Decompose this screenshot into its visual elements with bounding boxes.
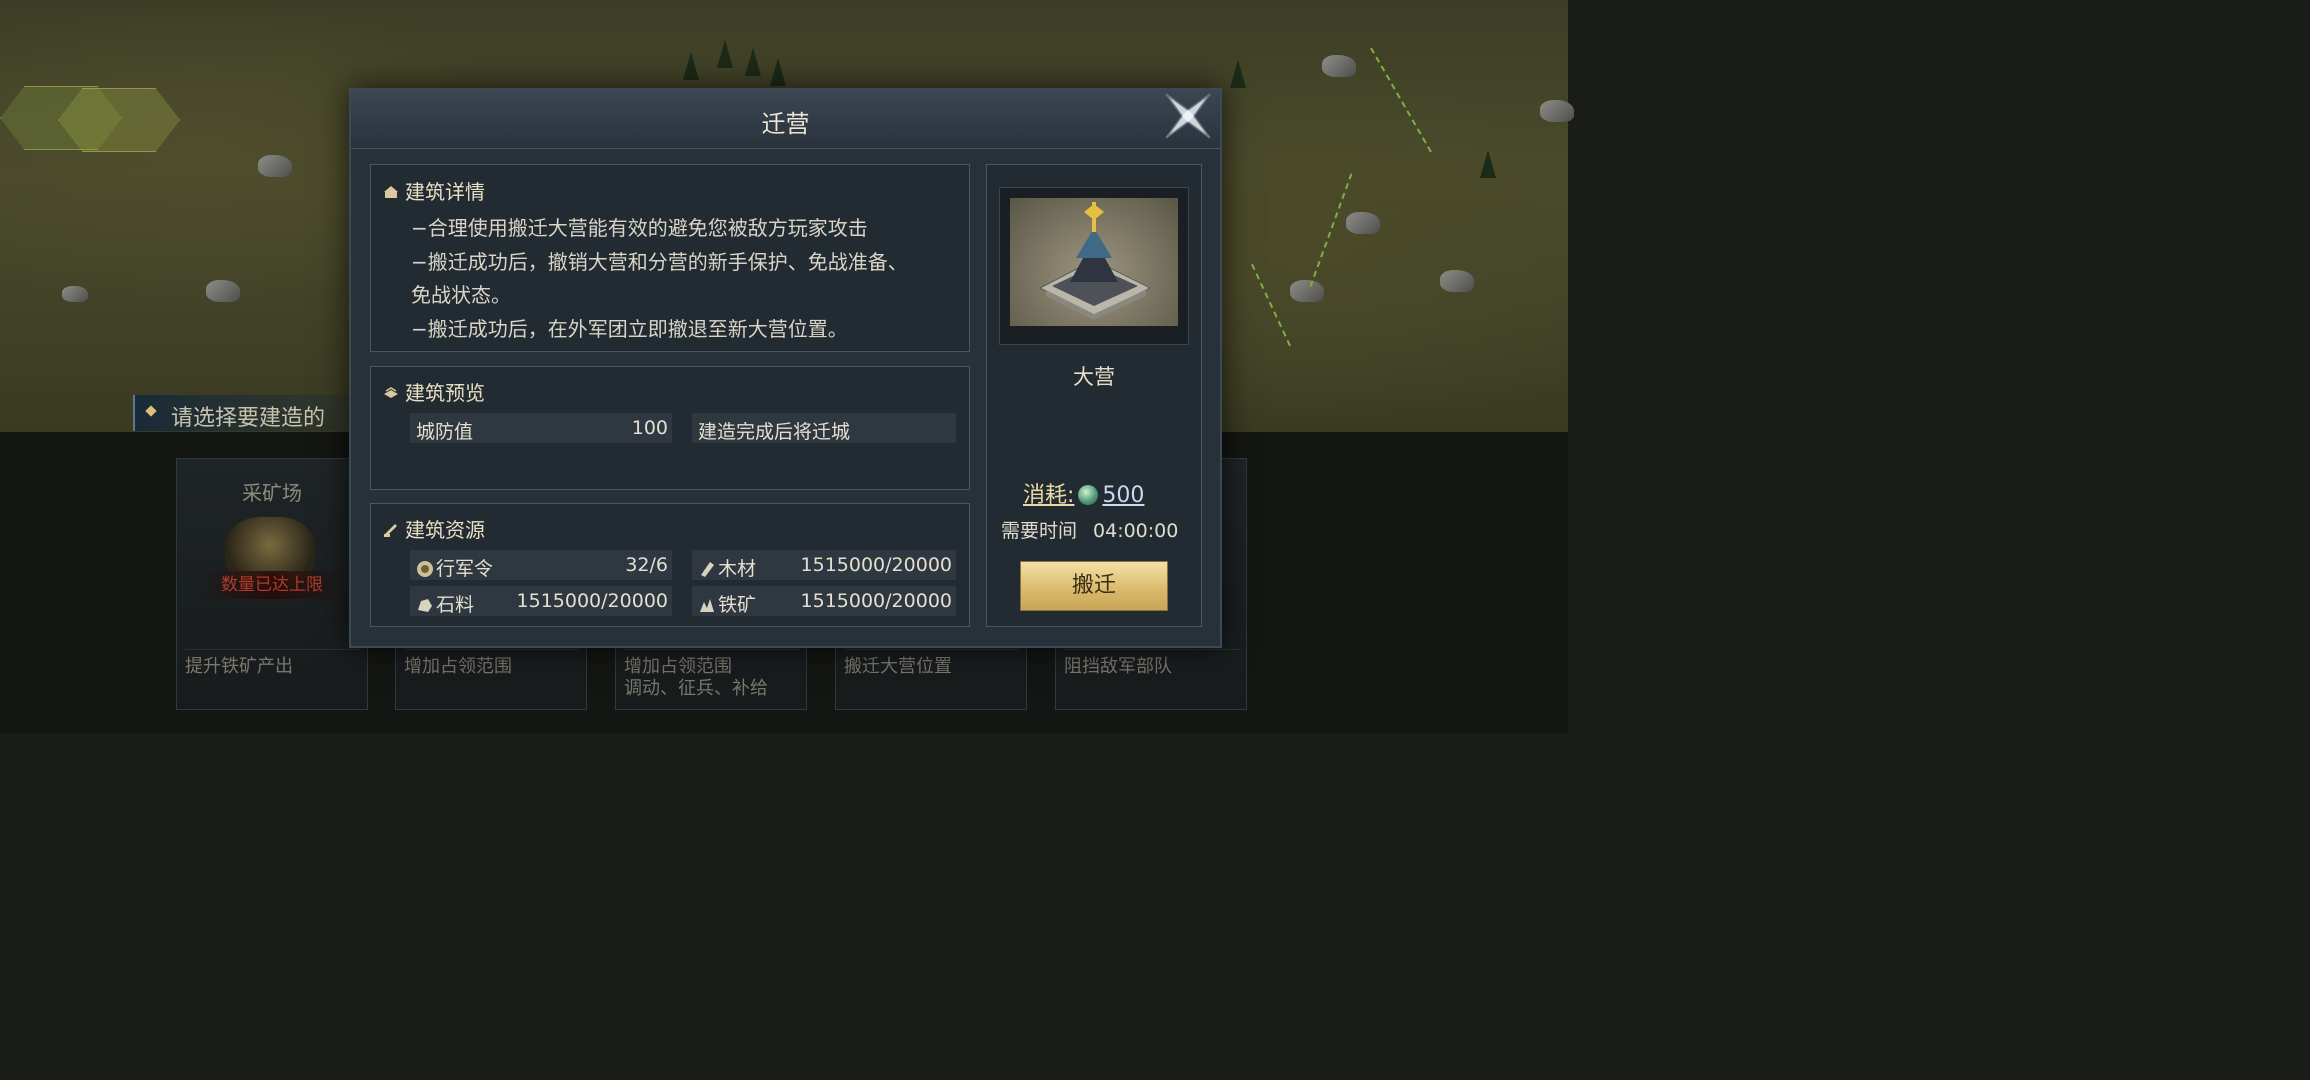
resource-value: 1515000/20000 [800, 554, 952, 576]
territory-border [1309, 173, 1353, 287]
relocate-button[interactable]: 搬迁 [1020, 561, 1168, 611]
building-card-desc: 搬迁大营位置 [844, 649, 1020, 678]
building-preview-panel: 建筑预览 城防值 100 建造完成后将迁城 [370, 366, 970, 490]
main-camp-image [1010, 198, 1178, 326]
building-card-mine[interactable]: 采矿场 数量已达上限 提升铁矿产出 [176, 458, 368, 710]
building-resources-panel: 建筑资源 行军令 32/6 木材 1515000/20000 石料 151500… [370, 503, 970, 627]
building-summary-panel: 大营 消耗: 500 需要时间 04:00:00 搬迁 [986, 164, 1202, 627]
time-label: 需要时间 [1001, 520, 1078, 542]
building-name: 大营 [1073, 365, 1115, 389]
map-rock [1346, 212, 1380, 234]
map-tree [1480, 150, 1496, 178]
map-tree [717, 40, 733, 68]
resource-label: 行军令 [436, 558, 494, 580]
building-resources-title: 建筑资源 [383, 514, 485, 543]
cost-label: 消耗: [1023, 483, 1075, 508]
limit-reached-label: 数量已达上限 [197, 571, 347, 599]
building-card-desc: 增加占领范围 调动、征兵、补给 [624, 649, 800, 700]
map-rock [1540, 100, 1574, 122]
building-preview-title: 建筑预览 [383, 377, 485, 406]
preview-icon [384, 387, 398, 398]
resource-value: 1515000/20000 [516, 590, 668, 612]
defense-value: 100 [631, 417, 668, 439]
detail-line: −搬迁成功后，在外军团立即撤退至新大营位置。 [411, 317, 848, 341]
cost-amount: 500 [1102, 483, 1145, 508]
map-rock [1322, 55, 1356, 77]
resource-row-march-token: 行军令 32/6 [410, 550, 672, 580]
iron-icon [700, 599, 714, 612]
time-value: 04:00:00 [1093, 520, 1179, 542]
resources-icon [384, 524, 397, 537]
map-tile[interactable] [58, 88, 180, 152]
detail-line: −合理使用搬迁大营能有效的避免您被敌方玩家攻击 [411, 216, 868, 240]
build-hint-bar: 请选择要建造的 [133, 395, 365, 431]
resource-label: 石料 [436, 594, 475, 616]
building-icon [384, 186, 398, 198]
resource-value: 32/6 [625, 554, 668, 576]
relocate-camp-dialog: 迁营 建筑详情 −合理使用搬迁大营能有效的避免您被敌方玩家攻击 −搬迁成功后，撤… [349, 88, 1222, 648]
building-card-desc: 提升铁矿产出 [185, 649, 361, 678]
build-hint-text: 请选择要建造的 [171, 406, 326, 431]
map-rock [1290, 280, 1324, 302]
close-icon [1165, 93, 1211, 139]
map-tree [1230, 60, 1246, 88]
map-rock [258, 155, 292, 177]
building-card-desc: 增加占领范围 [404, 649, 580, 678]
resource-row-stone: 石料 1515000/20000 [410, 586, 672, 616]
building-card-desc: 阻挡敌军部队 [1064, 649, 1240, 678]
map-tree [683, 52, 699, 80]
dialog-header: 迁营 [351, 90, 1220, 149]
resource-row-iron: 铁矿 1515000/20000 [692, 586, 956, 616]
map-tree [745, 48, 761, 76]
preview-note: 建造完成后将迁城 [698, 421, 851, 443]
building-details-panel: 建筑详情 −合理使用搬迁大营能有效的避免您被敌方玩家攻击 −搬迁成功后，撤销大营… [370, 164, 970, 352]
defense-label: 城防值 [416, 421, 474, 443]
territory-border [1370, 47, 1432, 153]
detail-line: 免战状态。 [411, 283, 511, 307]
building-details-title: 建筑详情 [383, 176, 485, 205]
jade-icon [1078, 485, 1099, 505]
close-button[interactable] [1162, 90, 1214, 142]
stone-icon [418, 599, 432, 612]
detail-line: −搬迁成功后，撤销大营和分营的新手保护、免战准备、 [411, 250, 908, 274]
map-rock [1440, 270, 1474, 292]
wood-icon [701, 562, 714, 577]
preview-note-row: 建造完成后将迁城 [692, 413, 956, 443]
time-row: 需要时间 04:00:00 [1001, 516, 1178, 543]
resource-value: 1515000/20000 [800, 590, 952, 612]
dialog-title: 迁营 [761, 110, 810, 138]
cost-row: 消耗: 500 [1023, 477, 1144, 509]
march-token-icon [417, 561, 433, 577]
map-rock [62, 286, 88, 302]
resource-label: 木材 [718, 558, 757, 580]
resource-label: 铁矿 [718, 594, 757, 616]
main-camp-building-icon [1038, 202, 1152, 320]
building-image-frame [999, 187, 1189, 345]
building-card-name: 采矿场 [242, 481, 302, 505]
territory-border [1251, 263, 1291, 347]
defense-value-row: 城防值 100 [410, 413, 672, 443]
diamond-bullet-icon [145, 405, 157, 417]
resource-row-wood: 木材 1515000/20000 [692, 550, 956, 580]
map-tree [770, 58, 786, 86]
map-rock [206, 280, 240, 302]
